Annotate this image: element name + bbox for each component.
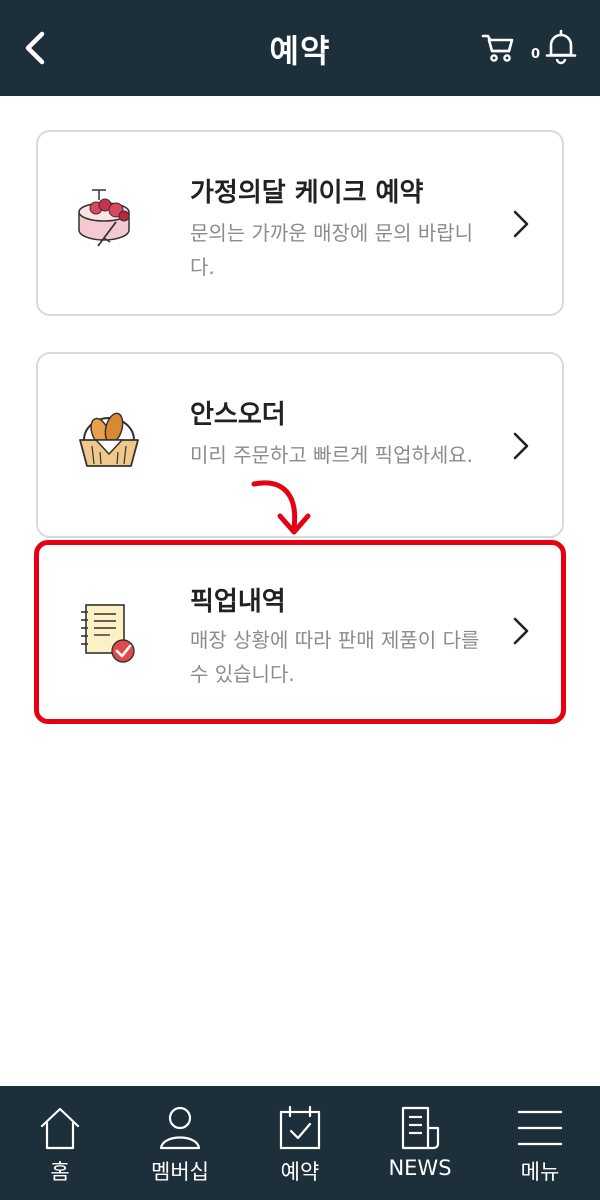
cart-icon[interactable] [480, 30, 516, 66]
menu-icon [518, 1110, 562, 1146]
chevron-right-icon [513, 210, 529, 238]
card-title: 가정의달 케이크 예약 [190, 178, 424, 208]
tab-label: 메뉴 [520, 1160, 560, 1184]
card-description: 매장 상황에 따라 판매 제품이 다를 수 있습니다. [190, 628, 480, 686]
bread-basket-icon [79, 412, 139, 467]
tab-label: NEWS [388, 1156, 452, 1180]
news-icon [401, 1106, 440, 1150]
card-description: 미리 주문하고 빠르게 픽업하세요. [190, 443, 474, 467]
card-pickup-history[interactable]: 픽업내역 매장 상황에 따라 판매 제품이 다를 수 있습니다. [34, 540, 566, 724]
tab-label: 예약 [280, 1160, 320, 1184]
tab-news[interactable]: NEWS [360, 1086, 480, 1200]
card-cake-reservation[interactable]: 가정의달 케이크 예약 문의는 가까운 매장에 문의 바랍니다. [36, 130, 564, 316]
cake-icon [78, 189, 130, 247]
card-description: 문의는 가까운 매장에 문의 바랍니다. [190, 221, 474, 279]
card-title: 안스오더 [190, 400, 286, 430]
chevron-right-icon [513, 432, 529, 460]
top-bar: 예약 0 [0, 0, 600, 96]
tab-label: 멤버십 [151, 1160, 209, 1184]
tab-reservation[interactable]: 예약 [240, 1086, 360, 1200]
home-icon [40, 1107, 80, 1150]
tab-menu[interactable]: 메뉴 [480, 1086, 600, 1200]
calendar-check-icon [279, 1105, 321, 1150]
annotation-arrow-icon [251, 480, 311, 535]
tab-home[interactable]: 홈 [0, 1086, 120, 1200]
tab-membership[interactable]: 멤버십 [120, 1086, 240, 1200]
card-title: 픽업내역 [190, 587, 286, 617]
bottom-tab-bar: 홈 멤버십 예약 NEWS 메뉴 [0, 1086, 600, 1200]
tab-label: 홈 [50, 1160, 70, 1184]
user-icon [159, 1106, 201, 1150]
cart-count-badge: 0 [531, 47, 541, 62]
bell-icon[interactable] [544, 28, 578, 66]
notepad-check-icon [81, 604, 135, 663]
chevron-right-icon [513, 617, 529, 645]
